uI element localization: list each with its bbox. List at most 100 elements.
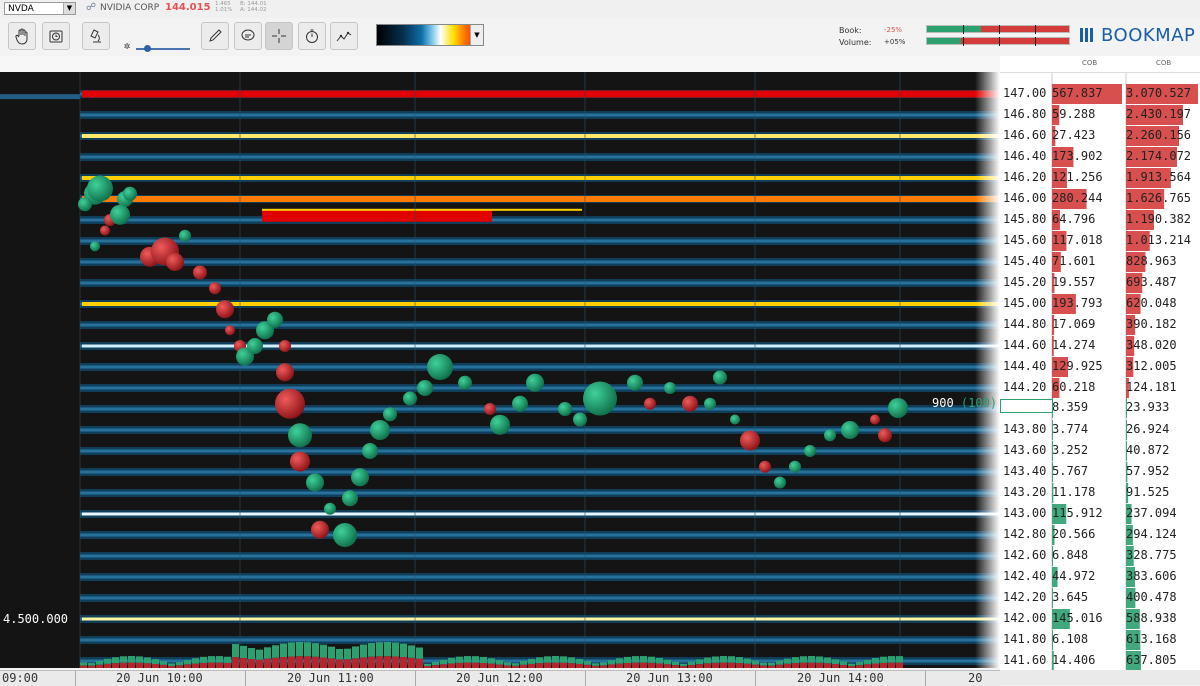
volume-bar-sell bbox=[480, 663, 487, 668]
volume-bar-sell bbox=[808, 662, 815, 668]
volume-bar-buy bbox=[424, 663, 431, 667]
brightness-slider[interactable] bbox=[136, 45, 190, 52]
volume-bar-sell bbox=[496, 664, 503, 668]
ladder-cob1: 64.796 bbox=[1052, 212, 1096, 226]
chevron-down-icon[interactable]: ▼ bbox=[470, 25, 483, 45]
alert-clock-button[interactable] bbox=[42, 22, 70, 50]
volume-bar-sell bbox=[448, 663, 455, 668]
symbol-select[interactable]: NVDA ▼ bbox=[4, 2, 76, 15]
ladder-cob2: 23.933 bbox=[1126, 399, 1170, 414]
volume-bar-sell bbox=[800, 662, 807, 668]
volume-bar-sell bbox=[824, 663, 831, 668]
volume-bar-buy bbox=[200, 656, 207, 663]
volume-bar-sell bbox=[880, 662, 887, 668]
ladder-cob2: 383.606 bbox=[1126, 569, 1177, 583]
trade-bubble-buy bbox=[306, 473, 324, 492]
link-icon[interactable]: ☍ bbox=[86, 2, 96, 13]
volume-bar-buy bbox=[392, 642, 399, 657]
volume-bar-sell bbox=[464, 662, 471, 668]
ladder-cob2: 2.430.197 bbox=[1126, 107, 1192, 121]
volume-bar-buy bbox=[472, 656, 479, 663]
last-trade-count: (100) bbox=[960, 396, 998, 410]
volume-bar-buy bbox=[272, 645, 279, 658]
volume-bar-buy bbox=[640, 656, 647, 663]
ladder-price: 142.00 bbox=[1003, 611, 1047, 625]
ladder-price: 145.20 bbox=[1003, 275, 1047, 289]
volume-bar-buy bbox=[88, 663, 95, 666]
ladder-cob1: 14.406 bbox=[1052, 653, 1096, 667]
liquidity-band-core bbox=[80, 323, 1000, 327]
volume-bar-sell bbox=[472, 662, 479, 668]
price-ladder[interactable]: 147.00 567.837 3.070.527 146.80 59.288 2.430.… bbox=[1000, 72, 1200, 670]
ladder-cob2: 3.070.527 bbox=[1126, 86, 1192, 100]
chevron-down-icon[interactable]: ▼ bbox=[63, 3, 75, 14]
pencil-button[interactable] bbox=[201, 22, 229, 50]
symbol-value: NVDA bbox=[8, 4, 34, 14]
ladder-price: 143.80 bbox=[1003, 422, 1047, 436]
trade-bubble-buy bbox=[888, 397, 908, 418]
volume-bar-buy bbox=[408, 645, 415, 658]
microscope-icon bbox=[90, 29, 101, 43]
volume-bar-buy bbox=[248, 648, 255, 660]
liquidity-wall bbox=[82, 134, 1000, 138]
ladder-cob2: 2.174.072 bbox=[1126, 149, 1192, 163]
volume-bar-sell bbox=[176, 665, 183, 668]
liquidity-band-core bbox=[80, 596, 1000, 600]
liquidity-band-core bbox=[80, 407, 1000, 411]
heatmap-palette-select[interactable]: ▼ bbox=[376, 24, 484, 46]
ladder-cob2: 312.005 bbox=[1126, 359, 1177, 373]
trade-bubble-sell bbox=[100, 225, 110, 236]
volume-bar-buy bbox=[96, 660, 103, 665]
hand-tool-button[interactable] bbox=[8, 22, 36, 50]
ladder-header: COB COB bbox=[1000, 56, 1200, 73]
volume-bar-buy bbox=[608, 660, 615, 665]
crosshair-button[interactable] bbox=[265, 22, 293, 50]
ladder-cob1: 567.837 bbox=[1052, 86, 1103, 100]
volume-bar-buy bbox=[176, 662, 183, 666]
volume-bar-buy bbox=[448, 657, 455, 664]
trade-bubble-buy bbox=[267, 311, 283, 328]
volume-bar-buy bbox=[560, 656, 567, 663]
heatmap-canvas[interactable] bbox=[0, 72, 1000, 668]
volume-bar-buy bbox=[888, 656, 895, 663]
volume-bar-buy bbox=[224, 656, 231, 663]
heatmap-chart[interactable]: 900 (100) 4.500.000 bbox=[0, 72, 1000, 668]
volume-bar-sell bbox=[368, 656, 375, 668]
ratio-tick bbox=[963, 25, 964, 34]
microscope-button[interactable] bbox=[82, 22, 110, 50]
volume-bar-sell bbox=[584, 664, 591, 668]
trade-bubble-buy bbox=[583, 381, 617, 416]
liquidity-wall bbox=[82, 196, 1000, 202]
trade-bubble-buy bbox=[804, 445, 816, 457]
slider-knob[interactable] bbox=[144, 45, 151, 52]
ladder-cob2: 348.020 bbox=[1126, 338, 1177, 352]
volume-bar-sell bbox=[888, 662, 895, 668]
volume-bar-buy bbox=[896, 656, 903, 663]
trade-bubble-buy bbox=[90, 241, 100, 252]
volume-bar-buy bbox=[792, 657, 799, 664]
trade-bubble-buy bbox=[383, 407, 397, 422]
stopwatch-button[interactable] bbox=[298, 22, 326, 50]
ladder-cob2: 40.872 bbox=[1126, 443, 1170, 457]
trade-bubble-buy bbox=[324, 502, 336, 515]
axis-corner bbox=[1000, 670, 1200, 685]
trade-bubble-sell bbox=[682, 395, 698, 412]
volume-bar-buy bbox=[496, 660, 503, 665]
time-axis[interactable]: 09:00 20 Jun 10:00 20 Jun 11:00 20 Jun 12:0… bbox=[0, 670, 1000, 686]
ratio-tick bbox=[999, 25, 1000, 34]
volume-bar-sell bbox=[504, 665, 511, 668]
volume-bar-sell bbox=[208, 662, 215, 668]
volume-bar-buy bbox=[648, 656, 655, 663]
liquidity-wall bbox=[82, 617, 1000, 621]
ladder-cob1: 129.925 bbox=[1052, 359, 1103, 373]
chat-button[interactable] bbox=[234, 22, 262, 50]
indicators-button[interactable] bbox=[330, 22, 358, 50]
volume-bar-buy bbox=[568, 657, 575, 664]
book-bid-fill bbox=[927, 26, 981, 32]
volume-bar-sell bbox=[712, 662, 719, 668]
volume-bar-buy bbox=[744, 658, 751, 664]
volume-bar-sell bbox=[248, 659, 255, 668]
volume-bar-sell bbox=[720, 662, 727, 668]
volume-bar-buy bbox=[384, 642, 391, 657]
ladder-price: 146.80 bbox=[1003, 107, 1047, 121]
